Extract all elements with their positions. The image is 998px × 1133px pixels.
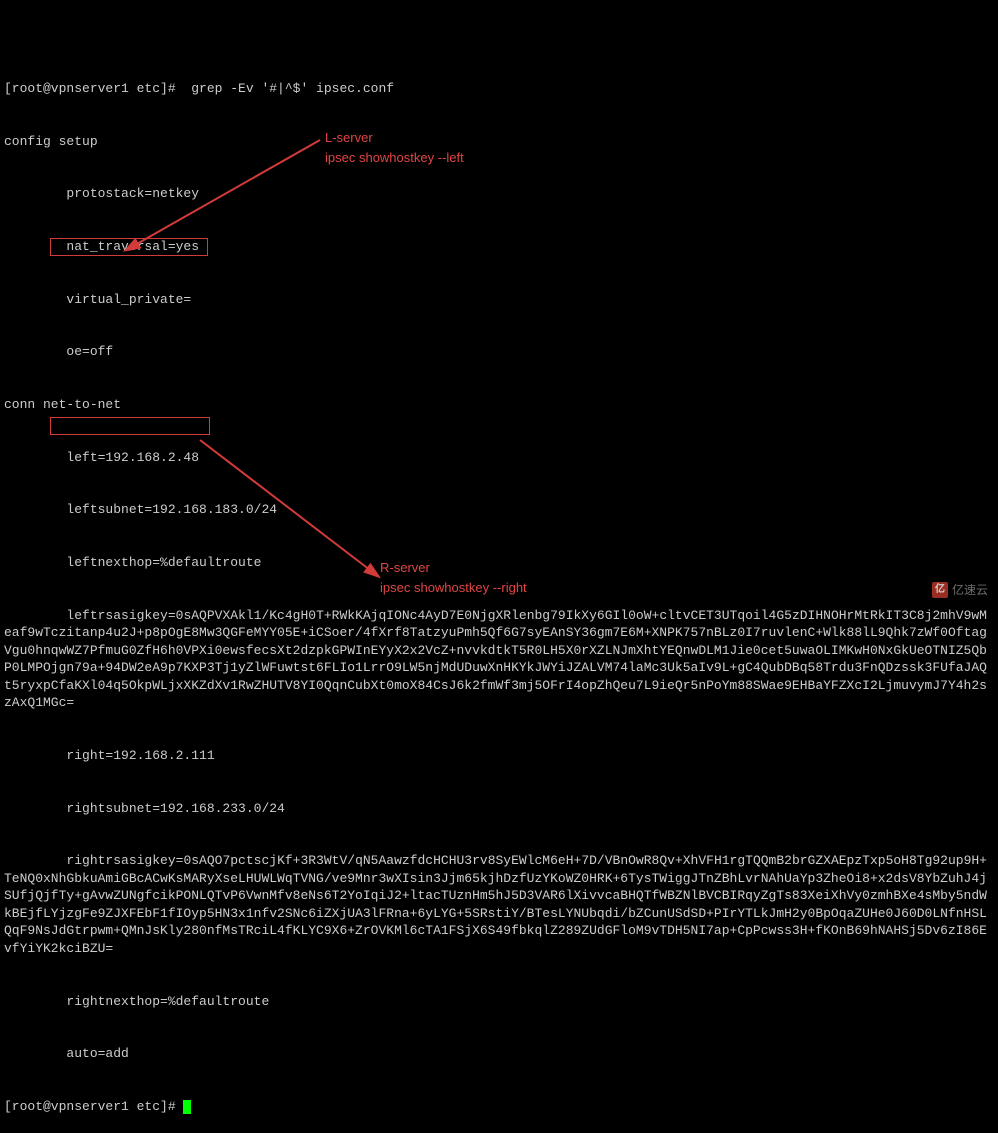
cursor-icon bbox=[183, 1100, 191, 1114]
config-leftsubnet: leftsubnet=192.168.183.0/24 bbox=[4, 501, 994, 519]
config-virtual-private: virtual_private= bbox=[4, 291, 994, 309]
config-oe: oe=off bbox=[4, 343, 994, 361]
config-setup: config setup bbox=[4, 133, 994, 151]
rightrsasigkey-label: rightrsasigkey= bbox=[4, 853, 183, 868]
watermark: 亿 亿速云 bbox=[932, 582, 988, 598]
config-rightsubnet: rightsubnet=192.168.233.0/24 bbox=[4, 800, 994, 818]
config-leftnexthop: leftnexthop=%defaultroute bbox=[4, 554, 994, 572]
config-rightnexthop: rightnexthop=%defaultroute bbox=[4, 993, 994, 1011]
prompt-idle[interactable]: [root@vpnserver1 etc]# bbox=[4, 1098, 994, 1116]
leftrsasigkey-label: leftrsasigkey= bbox=[4, 608, 176, 623]
top-cut-line: ... bbox=[4, 37, 994, 45]
prompt-grep-command: [root@vpnserver1 etc]# grep -Ev '#|^$' i… bbox=[4, 80, 994, 98]
leftrsasigkey-value: 0sAQPVXAkl1/Kc4gH0T+RWkKAjqIONc4AyD7E0Nj… bbox=[4, 608, 987, 711]
config-left: left=192.168.2.48 bbox=[4, 449, 994, 467]
terminal-output[interactable]: ... [root@vpnserver1 etc]# grep -Ev '#|^… bbox=[4, 2, 994, 1133]
config-right: right=192.168.2.111 bbox=[4, 747, 994, 765]
config-rightrsasigkey-row: rightrsasigkey=0sAQO7pctscjKf+3R3WtV/qN5… bbox=[4, 852, 994, 957]
config-leftrsasigkey-row: leftrsasigkey=0sAQPVXAkl1/Kc4gH0T+RWkKAj… bbox=[4, 607, 994, 712]
watermark-icon: 亿 bbox=[932, 582, 948, 598]
watermark-text: 亿速云 bbox=[952, 582, 988, 598]
config-protostack: protostack=netkey bbox=[4, 185, 994, 203]
rightrsasigkey-value: 0sAQO7pctscjKf+3R3WtV/qN5AawzfdcHCHU3rv8… bbox=[4, 853, 987, 956]
config-auto: auto=add bbox=[4, 1045, 994, 1063]
config-nat-traversal: nat_traversal=yes bbox=[4, 238, 994, 256]
config-conn: conn net-to-net bbox=[4, 396, 994, 414]
